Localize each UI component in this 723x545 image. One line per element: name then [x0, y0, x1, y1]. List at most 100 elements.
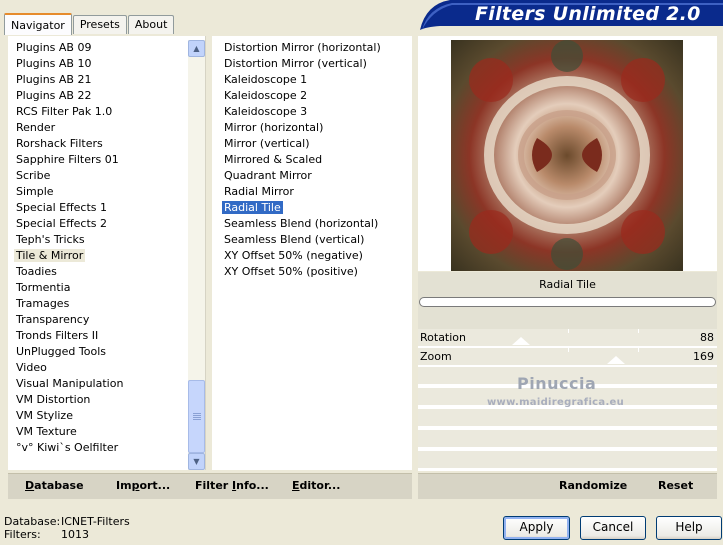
category-item-label: VM Stylize: [16, 409, 73, 422]
help-button[interactable]: Help: [656, 516, 722, 540]
category-item[interactable]: RCS Filter Pak 1.0: [8, 104, 205, 120]
status-filters: Filters: 1013: [4, 528, 89, 542]
category-item-label: RCS Filter Pak 1.0: [16, 105, 113, 118]
category-scrollbar[interactable]: ▲ ▼: [188, 40, 205, 470]
category-item[interactable]: Plugins AB 21: [8, 72, 205, 88]
filter-item[interactable]: Mirror (horizontal): [212, 120, 412, 136]
status-label: Filters:: [4, 528, 41, 541]
reset-button[interactable]: Reset: [658, 479, 693, 492]
filter-item-label: Distortion Mirror (vertical): [224, 57, 367, 70]
category-item[interactable]: Plugins AB 22: [8, 88, 205, 104]
category-item-label: Special Effects 1: [16, 201, 108, 214]
category-item-label: Scribe: [16, 169, 51, 182]
filter-item-label: Quadrant Mirror: [224, 169, 312, 182]
filter-item-label: XY Offset 50% (negative): [224, 249, 363, 262]
category-item[interactable]: Special Effects 1: [8, 200, 205, 216]
filter-item-label: Mirrored & Scaled: [224, 153, 323, 166]
import-button[interactable]: Import...: [116, 479, 170, 492]
category-item[interactable]: Rorshack Filters: [8, 136, 205, 152]
filter-item-label: Radial Mirror: [224, 185, 294, 198]
category-item[interactable]: Tormentia: [8, 280, 205, 296]
filter-item[interactable]: Mirror (vertical): [212, 136, 412, 152]
preview-image: [451, 40, 683, 271]
category-item[interactable]: Visual Manipulation: [8, 376, 205, 392]
status-database: Database: ICNET-Filters: [4, 515, 130, 529]
category-item[interactable]: Special Effects 2: [8, 216, 205, 232]
category-item-label: UnPlugged Tools: [16, 345, 106, 358]
status-value: ICNET-Filters: [61, 515, 130, 528]
filter-item-label: Seamless Blend (horizontal): [224, 217, 379, 230]
category-item-label: Visual Manipulation: [16, 377, 124, 390]
filter-item-label: XY Offset 50% (positive): [224, 265, 358, 278]
editor-button[interactable]: Editor...: [292, 479, 340, 492]
tab-about[interactable]: About: [127, 15, 175, 34]
filter-item-label: Kaleidoscope 1: [224, 73, 308, 86]
filter-item-label: Mirror (horizontal): [224, 121, 324, 134]
filter-item[interactable]: Seamless Blend (vertical): [212, 232, 412, 248]
watermark-site: www.maidiregrafica.eu: [487, 397, 625, 408]
category-item[interactable]: Render: [8, 120, 205, 136]
status-value: 1013: [61, 528, 89, 541]
filter-list: Distortion Mirror (horizontal) Distortion…: [212, 36, 412, 470]
filter-item[interactable]: Kaleidoscope 3: [212, 104, 412, 120]
scroll-up-button[interactable]: ▲: [188, 40, 205, 57]
randomize-button[interactable]: Randomize: [559, 479, 627, 492]
slider-label: Zoom: [420, 350, 452, 363]
filter-item[interactable]: Distortion Mirror (vertical): [212, 56, 412, 72]
category-item-label: Rorshack Filters: [16, 137, 103, 150]
filter-item-label: Distortion Mirror (horizontal): [224, 41, 381, 54]
filter-item-label: Kaleidoscope 2: [224, 89, 308, 102]
category-item-label: Tronds Filters II: [16, 329, 99, 342]
filter-item[interactable]: Kaleidoscope 1: [212, 72, 412, 88]
category-item[interactable]: Transparency: [8, 312, 205, 328]
app-title: Filters Unlimited 2.0: [475, 3, 701, 25]
watermark-name: Pinuccia: [517, 374, 597, 393]
filter-item[interactable]: Distortion Mirror (horizontal): [212, 40, 412, 56]
category-item[interactable]: Tronds Filters II: [8, 328, 205, 344]
watermark: Pinuccia www.maidiregrafica.eu: [487, 374, 627, 414]
filter-item[interactable]: Mirrored & Scaled: [212, 152, 412, 168]
category-item[interactable]: Tramages: [8, 296, 205, 312]
category-item[interactable]: Simple: [8, 184, 205, 200]
filter-item[interactable]: Radial Tile: [212, 200, 412, 216]
category-item[interactable]: VM Stylize: [8, 408, 205, 424]
filter-item[interactable]: Seamless Blend (horizontal): [212, 216, 412, 232]
category-item-label: Toadies: [16, 265, 57, 278]
empty-slider-row: [418, 430, 717, 447]
scroll-down-button[interactable]: ▼: [188, 453, 205, 470]
category-item[interactable]: Tile & Mirror: [8, 248, 205, 264]
filter-item[interactable]: XY Offset 50% (positive): [212, 264, 412, 280]
category-item[interactable]: °v° Kiwi`s Oelfilter: [8, 440, 205, 456]
category-item[interactable]: Video: [8, 360, 205, 376]
category-item[interactable]: UnPlugged Tools: [8, 344, 205, 360]
category-item-label: Tormentia: [16, 281, 71, 294]
category-item-label: Sapphire Filters 01: [16, 153, 119, 166]
database-button[interactable]: Database: [25, 479, 84, 492]
filter-item[interactable]: Quadrant Mirror: [212, 168, 412, 184]
filter-info-button[interactable]: Filter Info...: [195, 479, 269, 492]
rotation-slider[interactable]: Rotation 88: [418, 329, 717, 347]
preview-toolbar: Randomize Reset: [418, 473, 717, 499]
category-list: Plugins AB 09 Plugins AB 10 Plugins AB 21 P…: [8, 36, 206, 470]
category-item[interactable]: VM Texture: [8, 424, 205, 440]
zoom-slider[interactable]: Zoom 169: [418, 348, 717, 366]
category-item[interactable]: Sapphire Filters 01: [8, 152, 205, 168]
filter-item-label: Seamless Blend (vertical): [224, 233, 365, 246]
category-item[interactable]: Plugins AB 09: [8, 40, 205, 56]
status-label: Database:: [4, 515, 61, 528]
category-item[interactable]: VM Distortion: [8, 392, 205, 408]
filter-item[interactable]: Radial Mirror: [212, 184, 412, 200]
scroll-thumb[interactable]: [188, 380, 205, 453]
tab-presets[interactable]: Presets: [72, 15, 127, 34]
category-item[interactable]: Plugins AB 10: [8, 56, 205, 72]
filter-item[interactable]: XY Offset 50% (negative): [212, 248, 412, 264]
category-item[interactable]: Teph's Tricks: [8, 232, 205, 248]
category-item[interactable]: Scribe: [8, 168, 205, 184]
apply-button[interactable]: Apply: [503, 516, 570, 540]
tab-navigator[interactable]: Navigator: [4, 13, 72, 35]
cancel-button[interactable]: Cancel: [580, 516, 646, 540]
tab-bar: Navigator Presets About: [4, 12, 175, 35]
category-item[interactable]: Toadies: [8, 264, 205, 280]
category-item-label: Transparency: [16, 313, 90, 326]
filter-item[interactable]: Kaleidoscope 2: [212, 88, 412, 104]
